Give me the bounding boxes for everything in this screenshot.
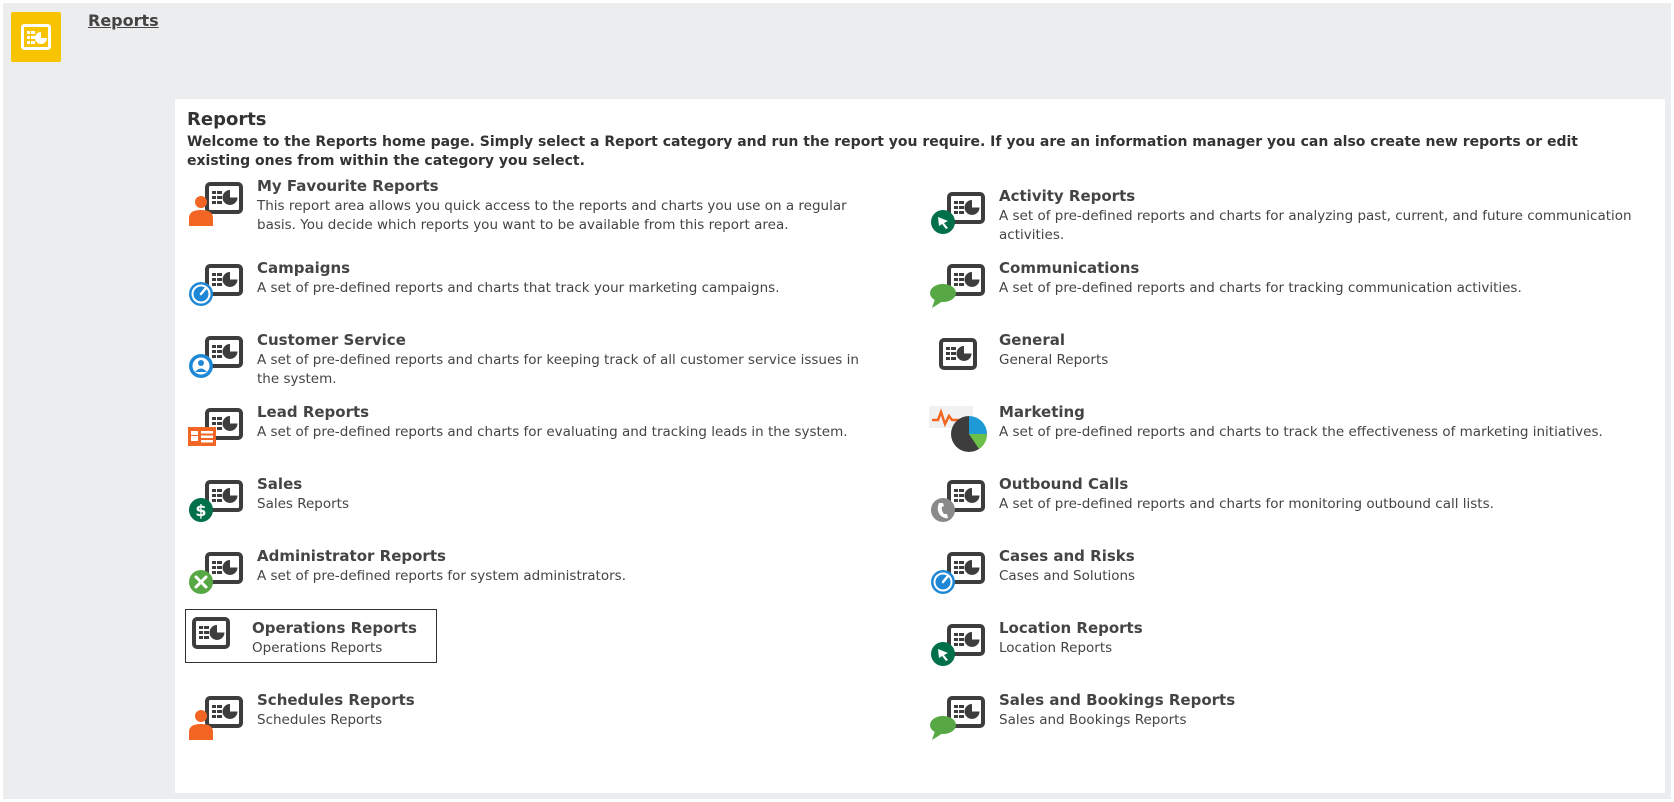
category-description: Sales Reports	[257, 496, 350, 512]
sales-report-icon: $	[189, 480, 243, 522]
reports-panel: Reports Welcome to the Reports home page…	[175, 99, 1665, 793]
category-name: My Favourite Reports	[257, 177, 439, 195]
page-intro: Welcome to the Reports home page. Simply…	[187, 134, 1578, 169]
category-outbound-calls[interactable]: Outbound Calls A set of pre-defined repo…	[927, 475, 1647, 529]
category-my-favourite-reports[interactable]: My Favourite Reports This report area al…	[185, 177, 875, 233]
category-name: Customer Service	[257, 331, 406, 349]
category-description: Location Reports	[999, 640, 1113, 656]
category-description: A set of pre-defined reports and charts …	[999, 496, 1494, 512]
category-description: A set of pre-defined reports and charts …	[257, 280, 780, 296]
category-name: Location Reports	[999, 619, 1143, 637]
category-description: General Reports	[999, 352, 1109, 368]
category-description: This report area allows you quick access…	[257, 198, 847, 233]
category-description: A set of pre-defined reports and charts …	[999, 208, 1632, 243]
activity-report-icon	[931, 192, 985, 234]
location-report-icon	[931, 624, 985, 666]
cases-report-icon	[931, 552, 985, 594]
communication-report-icon	[930, 696, 985, 740]
category-description: Cases and Solutions	[999, 568, 1136, 584]
category-name: General	[999, 331, 1065, 349]
category-activity-reports[interactable]: Activity Reports A set of pre-defined re…	[927, 187, 1647, 243]
category-name: Communications	[999, 259, 1140, 277]
category-name: Campaigns	[257, 259, 351, 277]
page-title: Reports	[187, 109, 267, 130]
category-marketing[interactable]: Marketing A set of pre-defined reports a…	[927, 403, 1647, 457]
category-description: A set of pre-defined reports for system …	[257, 568, 626, 584]
campaign-report-icon	[189, 264, 243, 306]
lead-report-icon	[188, 408, 243, 446]
marketing-report-icon	[929, 406, 987, 452]
admin-report-icon	[189, 552, 243, 594]
svg-text:$: $	[195, 501, 206, 520]
category-sales-and-bookings-reports[interactable]: Sales and Bookings Reports Sales and Boo…	[927, 691, 1647, 745]
person-report-icon	[189, 182, 243, 226]
reports-page: Reports Reports Welcome to the Reports h…	[3, 3, 1671, 799]
category-name: Outbound Calls	[999, 475, 1129, 493]
category-name: Schedules Reports	[257, 691, 415, 709]
category-administrator-reports[interactable]: Administrator Reports A set of pre-defin…	[185, 547, 875, 601]
category-communications[interactable]: Communications A set of pre-defined repo…	[927, 259, 1647, 313]
category-description: Schedules Reports	[257, 712, 383, 728]
category-name: Operations Reports	[252, 619, 417, 637]
reports-logo-icon	[11, 12, 61, 62]
category-customer-service[interactable]: Customer Service A set of pre-defined re…	[185, 331, 875, 387]
category-schedules-reports[interactable]: Schedules Reports Schedules Reports	[185, 691, 875, 745]
category-description: A set of pre-defined reports and charts …	[999, 424, 1603, 440]
category-campaigns[interactable]: Campaigns A set of pre-defined reports a…	[185, 259, 875, 313]
communication-report-icon	[930, 264, 985, 308]
category-name: Cases and Risks	[999, 547, 1135, 565]
category-general[interactable]: General General Reports	[927, 331, 1647, 385]
category-description: A set of pre-defined reports and charts …	[257, 352, 859, 387]
report-icon	[192, 617, 230, 649]
category-lead-reports[interactable]: Lead Reports A set of pre-defined report…	[185, 403, 875, 457]
category-cases-and-risks[interactable]: Cases and Risks Cases and Solutions	[927, 547, 1647, 601]
phone-report-icon	[931, 480, 985, 522]
report-icon	[939, 338, 977, 370]
category-operations-reports[interactable]: Operations Reports Operations Reports	[185, 609, 437, 663]
category-description: A set of pre-defined reports and charts …	[999, 280, 1522, 296]
category-name: Administrator Reports	[257, 547, 446, 565]
category-description: Operations Reports	[252, 640, 383, 656]
category-description: A set of pre-defined reports and charts …	[257, 424, 848, 440]
category-description: Sales and Bookings Reports	[999, 712, 1187, 728]
category-name: Sales	[257, 475, 303, 493]
customer-service-report-icon	[189, 336, 243, 378]
category-sales[interactable]: $ Sales Sales Reports	[185, 475, 875, 529]
category-name: Activity Reports	[999, 187, 1136, 205]
breadcrumb-reports[interactable]: Reports	[88, 11, 159, 30]
category-location-reports[interactable]: Location Reports Location Reports	[927, 619, 1647, 673]
category-name: Marketing	[999, 403, 1085, 421]
person-report-icon	[189, 696, 243, 740]
category-name: Lead Reports	[257, 403, 370, 421]
category-name: Sales and Bookings Reports	[999, 691, 1236, 709]
